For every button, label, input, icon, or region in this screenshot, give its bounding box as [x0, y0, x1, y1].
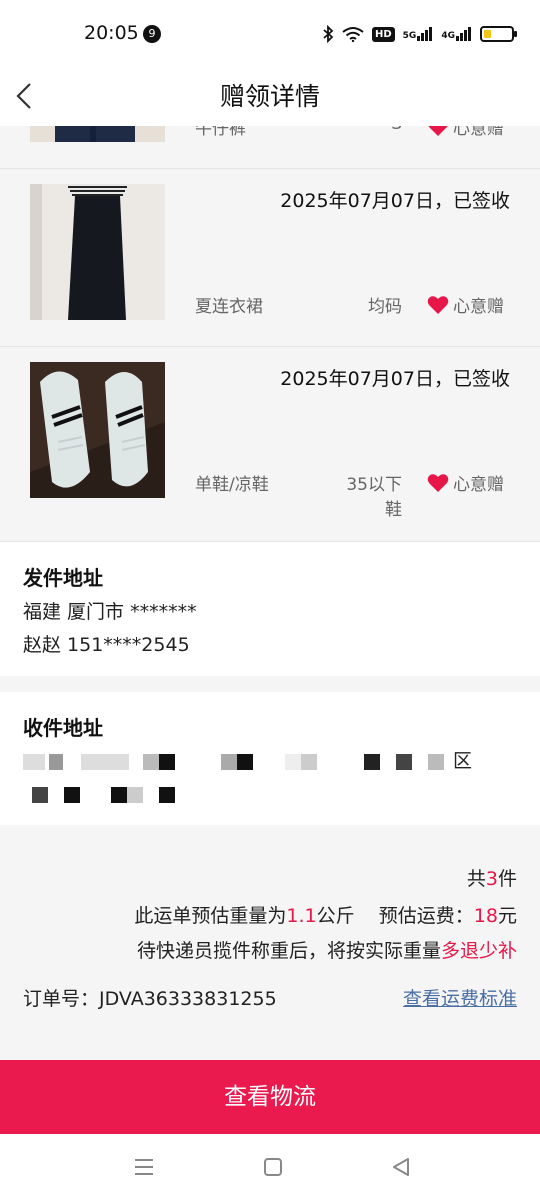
item-tag-label: 心意赠 [453, 297, 504, 317]
status-time: 20:05 [84, 22, 139, 44]
weight-note: 待快递员揽件称重后，将按实际重量多退少补 [137, 936, 517, 963]
sender-contact: 赵赵 151****2545 [23, 634, 190, 656]
nav-bar: 赠领详情 [0, 68, 540, 126]
note-prefix: 待快递员揽件称重后，将按实际重量 [136, 940, 441, 962]
weight-prefix: 此运单预估重量为 [134, 905, 287, 927]
menu-button[interactable] [133, 1156, 155, 1178]
home-icon [264, 1158, 282, 1176]
item-photo-shoes [30, 362, 165, 498]
item-size: S [330, 126, 402, 134]
list-item[interactable]: 牛仔裤 S 心意赠 [0, 126, 540, 169]
item-tag-label: 心意赠 [453, 126, 504, 139]
order-label: 订单号： [23, 988, 100, 1010]
count-prefix: 共 [466, 868, 486, 890]
item-date: 2025年07月07日，已签收 [280, 368, 510, 390]
menu-icon [135, 1159, 153, 1175]
item-photo-jeans [30, 126, 165, 142]
item-tag-label: 心意赠 [453, 475, 504, 495]
order-number: 订单号：JDVA36333831255 [23, 984, 277, 1011]
item-photo-dress [30, 184, 165, 320]
receiver-address-card: 收件地址 区 [0, 692, 540, 825]
list-item[interactable]: 2025年07月07日，已签收 单鞋/凉鞋 35以下鞋 心意赠 [0, 347, 540, 542]
item-name: 夏连衣裙 [195, 297, 263, 317]
count-value: 3 [485, 868, 498, 890]
home-button[interactable] [262, 1156, 284, 1178]
sender-title: 发件地址 [23, 566, 103, 590]
sender-address-card: 发件地址 福建 厦门市 ******* 赵赵 151****2545 [0, 542, 540, 676]
sender-address: 福建 厦门市 ******* [23, 601, 197, 623]
back-nav-button[interactable] [390, 1156, 412, 1178]
count-suffix: 件 [497, 868, 517, 890]
receiver-address-redacted: 区 [23, 750, 493, 810]
heart-icon [427, 295, 449, 314]
fee-prefix: 预估运费： [378, 905, 474, 927]
status-icons: HD 5G 4G [322, 22, 517, 46]
list-item[interactable]: 2025年07月07日，已签收 夏连衣裙 均码 心意赠 [0, 169, 540, 347]
item-tag: 心意赠 [427, 292, 504, 317]
fee-standard-link[interactable]: 查看运费标准 [403, 984, 517, 1011]
content-scroll[interactable]: 牛仔裤 S 心意赠 2025年07月07日，已签收 夏连衣裙 均码 心意赠 [0, 126, 540, 1060]
signal-5g-icon: 5G [403, 27, 434, 41]
item-name: 牛仔裤 [195, 126, 246, 139]
item-date: 2025年07月07日，已签收 [280, 190, 510, 212]
order-value: JDVA36333831255 [99, 988, 277, 1010]
note-highlight: 多退少补 [440, 940, 517, 962]
weight-fee-line: 此运单预估重量为1.1公斤 预估运费：18元 [134, 901, 517, 928]
hd-voice-icon: HD [372, 26, 395, 42]
item-size: 均码 [368, 297, 402, 317]
shipping-summary: 共3件 此运单预估重量为1.1公斤 预估运费：18元 待快递员揽件称重后，将按实… [0, 826, 540, 1060]
item-count: 共3件 [467, 864, 517, 891]
receiver-title: 收件地址 [23, 716, 103, 740]
network-label-1: 5G [402, 31, 417, 41]
fee-unit: 元 [497, 905, 517, 927]
receiver-address-tail: 区 [453, 750, 473, 772]
battery-icon [479, 26, 517, 42]
item-tag: 心意赠 [427, 470, 504, 495]
notification-badge: 9 [143, 25, 161, 43]
system-nav-bar [0, 1134, 540, 1200]
view-logistics-button[interactable]: 查看物流 [0, 1060, 540, 1134]
fee-value: 18 [473, 905, 498, 927]
item-size: 35以下鞋 [346, 475, 402, 520]
bluetooth-icon [323, 25, 334, 43]
weight-value: 1.1 [286, 905, 317, 927]
wifi-icon [342, 27, 364, 42]
heart-icon [428, 126, 448, 136]
triangle-back-icon [393, 1158, 409, 1176]
item-tag: 心意赠 [427, 126, 504, 139]
battery-level [483, 30, 492, 38]
heart-icon [427, 473, 449, 492]
item-name: 单鞋/凉鞋 [195, 475, 269, 495]
network-label-2: 4G [441, 31, 455, 41]
weight-unit: 公斤 [316, 905, 355, 927]
page-title: 赠领详情 [219, 82, 320, 111]
status-bar: 20:05 9 HD 5G 4G [0, 0, 540, 68]
signal-4g-icon: 4G [441, 27, 472, 41]
